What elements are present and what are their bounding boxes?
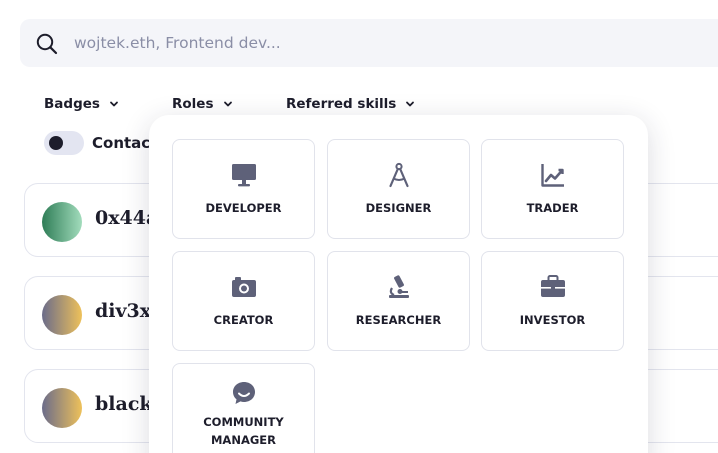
camera-icon [232, 277, 256, 297]
filter-referred-skills-label: Referred skills [286, 96, 397, 112]
filter-badges[interactable]: Badges [44, 95, 119, 113]
filter-roles-label: Roles [172, 96, 214, 112]
filter-badges-label: Badges [44, 96, 100, 112]
avatar [42, 202, 82, 242]
monitor-icon [232, 164, 256, 187]
role-option-trader[interactable]: TRADER [481, 139, 624, 239]
compass-icon [389, 162, 409, 188]
chevron-down-icon [406, 101, 415, 107]
chat-bubble-icon [233, 382, 255, 404]
role-option-investor[interactable]: INVESTOR [481, 251, 624, 351]
role-option-developer[interactable]: DEVELOPER [172, 139, 315, 239]
role-label: DESIGNER [365, 201, 432, 215]
role-option-researcher[interactable]: RESEARCHER [327, 251, 470, 351]
chart-line-icon [541, 164, 564, 187]
role-label: INVESTOR [519, 313, 586, 327]
roles-dropdown: DEVELOPER DESIGNER TRADER CREATOR RESEAR… [149, 115, 648, 453]
role-label: COMMUNITY MANAGER [203, 415, 284, 447]
briefcase-icon [541, 275, 565, 297]
toggle-knob [49, 136, 63, 150]
avatar [42, 295, 82, 335]
role-option-community-manager[interactable]: COMMUNITY MANAGER [172, 363, 315, 453]
filter-roles[interactable]: Roles [172, 95, 233, 113]
filter-referred-skills[interactable]: Referred skills [286, 95, 415, 113]
role-option-designer[interactable]: DESIGNER [327, 139, 470, 239]
role-label: CREATOR [213, 313, 274, 327]
microscope-icon [389, 275, 409, 298]
search-input[interactable] [74, 31, 674, 55]
avatar [42, 388, 82, 428]
chevron-down-icon [110, 101, 118, 107]
chevron-down-icon [223, 101, 232, 107]
contact-toggle-label: Contac [92, 134, 151, 152]
role-label: DEVELOPER [205, 201, 282, 215]
search-bar[interactable] [20, 19, 718, 67]
role-label: TRADER [526, 201, 579, 215]
people-search-page: Badges Roles Referred skills Contac 0x44… [0, 0, 718, 453]
role-label: RESEARCHER [355, 313, 442, 327]
contact-toggle[interactable] [44, 131, 84, 155]
search-icon[interactable] [35, 32, 59, 56]
role-option-creator[interactable]: CREATOR [172, 251, 315, 351]
